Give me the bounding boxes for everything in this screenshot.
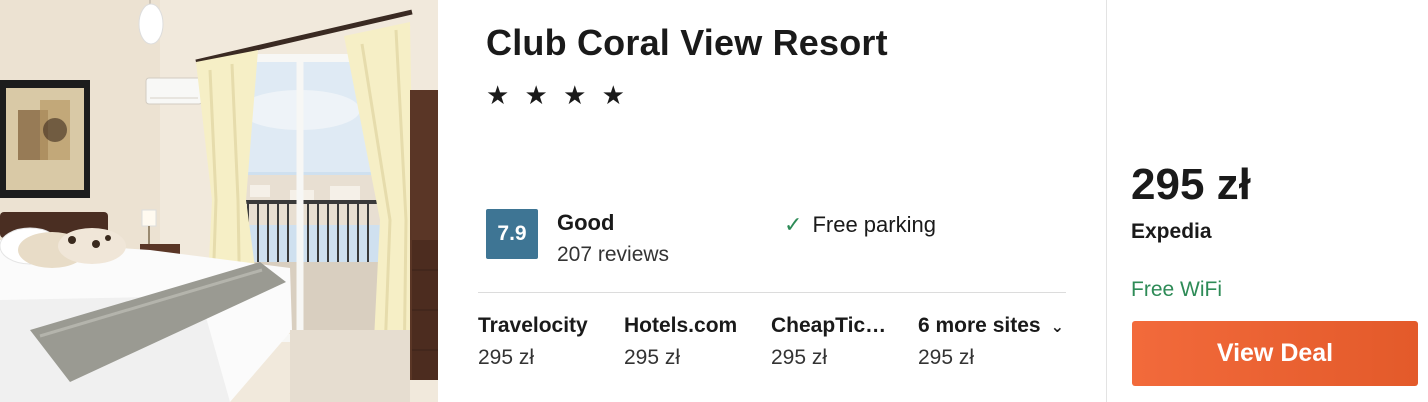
- provider-option[interactable]: Travelocity 295 zł: [478, 314, 618, 370]
- provider-name: Travelocity: [478, 314, 588, 337]
- provider-name: CheapTic…: [771, 314, 887, 337]
- chevron-down-icon: ⌄: [1050, 319, 1064, 336]
- provider-option[interactable]: CheapTic… 295 zł: [771, 314, 911, 370]
- hotel-result-card[interactable]: Club Coral View Resort ★ ★ ★ ★ 7.9 Good …: [0, 0, 1428, 402]
- column-divider: [1106, 0, 1107, 402]
- provider-price: 295 zł: [478, 346, 535, 369]
- rating-score-badge: 7.9: [486, 209, 538, 259]
- deal-price: 295 zł: [1131, 160, 1251, 209]
- section-divider: [478, 292, 1066, 293]
- star-rating: ★ ★ ★ ★: [486, 80, 629, 110]
- provider-price-list: Travelocity 295 zł Hotels.com 295 zł Che…: [478, 314, 1098, 384]
- provider-name: 6 more sites: [918, 314, 1041, 337]
- amenity-free-parking: ✓ Free parking: [784, 212, 936, 238]
- provider-name: Hotels.com: [624, 314, 738, 337]
- provider-option[interactable]: Hotels.com 295 zł: [624, 314, 764, 370]
- check-icon: ✓: [784, 212, 803, 237]
- provider-price: 295 zł: [624, 346, 681, 369]
- review-count[interactable]: 207 reviews: [557, 243, 669, 267]
- hotel-name[interactable]: Club Coral View Resort: [486, 22, 888, 64]
- provider-price: 295 zł: [771, 346, 828, 369]
- amenity-label: Free parking: [812, 212, 936, 237]
- deal-perk: Free WiFi: [1131, 278, 1222, 301]
- more-sites-dropdown[interactable]: 6 more sites ⌄ 295 zł: [918, 314, 1098, 370]
- rating-label: Good: [557, 210, 615, 235]
- view-deal-button[interactable]: View Deal: [1132, 321, 1418, 386]
- provider-price: 295 zł: [918, 346, 975, 369]
- deal-provider: Expedia: [1131, 220, 1212, 243]
- hotel-photo[interactable]: [0, 0, 438, 402]
